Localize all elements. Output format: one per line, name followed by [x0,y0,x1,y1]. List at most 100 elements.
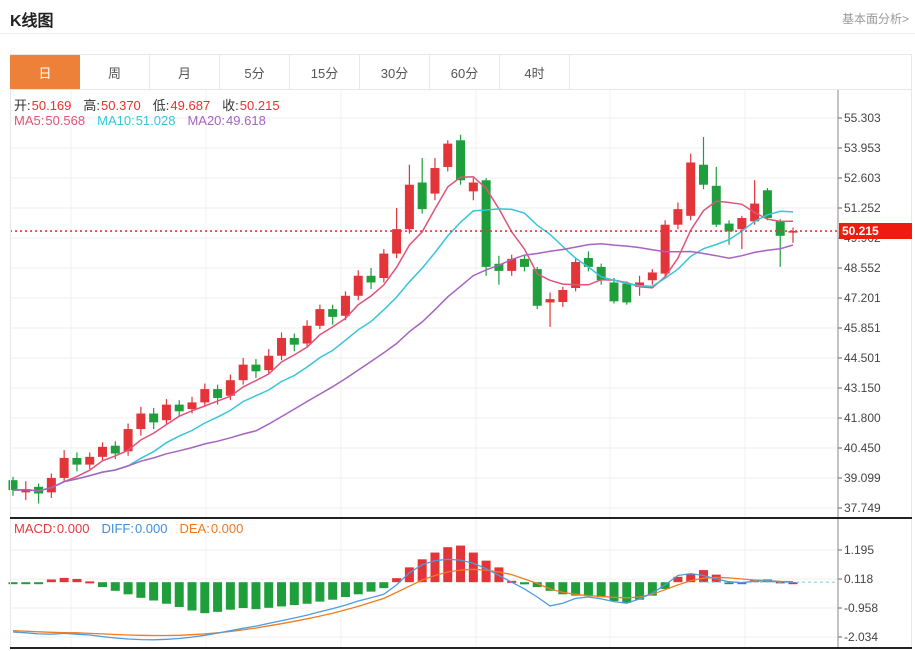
candle-body [520,259,529,267]
legend-value: 0.000 [57,521,90,536]
legend-label: 收: [222,98,239,113]
candle-body [737,218,746,229]
legend-value: 0.000 [211,521,244,536]
macd-bar [251,582,260,609]
candle-body [776,221,785,235]
macd-bar [98,582,107,587]
macd-bar [149,582,158,600]
macd-bar [469,553,478,583]
legend-label: DIFF: [101,521,134,536]
candle-body [188,402,197,409]
legend-item: MA10:51.028 [97,113,181,128]
price-axis-label: 44.501 [844,350,906,366]
candle-body [239,365,248,381]
macd-axis-label: 0.118 [844,571,906,587]
candle-body [60,458,69,478]
legend-label: 高: [83,98,100,113]
price-axis-label: 53.953 [844,140,906,156]
macd-bar [443,547,452,582]
macd-axis-label: -0.958 [844,600,906,616]
candle-body [175,405,184,412]
macd-bar [47,579,56,582]
candle-body [648,272,657,280]
legend-value: 51.028 [136,113,176,128]
macd-bar [277,582,286,606]
macd-bar [162,582,171,604]
macd-bar [21,582,30,584]
candle-body [303,326,312,344]
candle-body [111,446,120,454]
candle-body [661,225,670,274]
legend-item: DEA:0.000 [179,521,249,536]
macd-bar [609,582,618,601]
legend-label: DEA: [179,521,209,536]
candle-body [149,414,158,423]
legend-item: DIFF:0.000 [101,521,173,536]
macd-bar [124,582,133,594]
macd-bar [60,578,69,582]
candle-body [277,338,286,356]
macd-axis-label: -2.034 [844,629,906,645]
macd-bar [379,582,388,588]
price-axis-label: 43.150 [844,380,906,396]
legend-item: 开:50.169 [14,98,77,113]
candle-body [609,282,618,301]
legend-label: 开: [14,98,31,113]
candle-body [47,478,56,492]
price-axis-label: 52.603 [844,170,906,186]
macd-bar [188,582,197,610]
macd-bar [597,582,606,597]
candle-body [98,447,107,457]
outer-right-border [911,54,912,648]
legend-value: 50.215 [240,98,280,113]
price-axis-label: 40.450 [844,440,906,456]
legend-item: MA5:50.568 [14,113,91,128]
price-axis-label: 51.252 [844,200,906,216]
candle-body [341,296,350,316]
candle-body [315,309,324,326]
candle-body [136,414,145,430]
macd-bar [200,582,209,613]
legend-value: 50.370 [101,98,141,113]
kline-page: { "header": { "title": "K线图", "link": "基… [0,0,915,651]
candle-body [290,338,299,345]
candle-body [354,276,363,296]
ma20-line [13,244,793,491]
candle-body [546,299,555,302]
candle-body [456,140,465,180]
candle-body [251,365,260,372]
legend-value: 0.000 [135,521,168,536]
ohlc-legend: 开:50.169 高:50.370 低:49.687 收:50.215 [14,95,292,114]
legend-item: MACD:0.000 [14,521,95,536]
candle-body [367,276,376,283]
macd-bar [341,582,350,597]
macd-bar [34,582,43,584]
candle-body [328,309,337,317]
legend-label: MA5: [14,113,44,128]
legend-value: 50.568 [45,113,85,128]
macd-bar [405,567,414,582]
legend-label: MA10: [97,113,135,128]
macd-bar [239,582,248,608]
macd-bar [354,582,363,594]
candle-body [712,186,721,225]
price-axis-label: 39.099 [844,470,906,486]
candle-body [469,182,478,191]
macd-bar [430,553,439,583]
candle-body [622,284,631,303]
legend-value: 49.687 [170,98,210,113]
price-axis-label: 48.552 [844,260,906,276]
candle-body [379,254,388,278]
legend-item: 低:49.687 [153,98,216,113]
legend-item: 收:50.215 [222,98,285,113]
macd-bar [85,581,94,583]
plot-left-border [10,90,11,648]
price-axis-label: 45.851 [844,320,906,336]
candle-body [725,224,734,232]
candle-body [85,457,94,465]
macd-bar [584,582,593,596]
macd-bar [622,582,631,602]
legend-item: 高:50.370 [83,98,146,113]
macd-bar [315,582,324,601]
macd-bar [328,582,337,600]
